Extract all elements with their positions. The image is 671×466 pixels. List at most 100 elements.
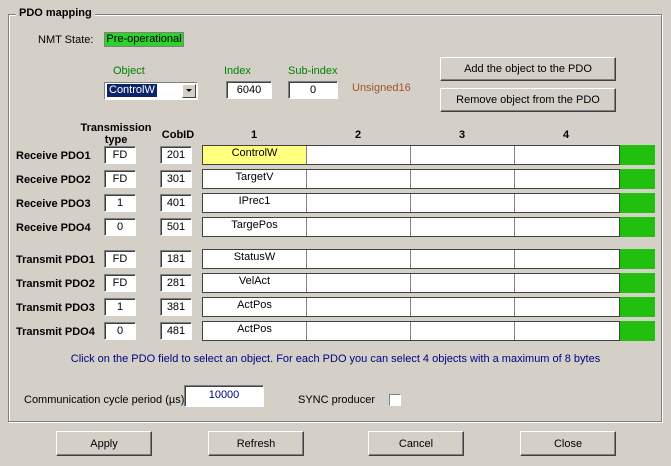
pdo-object-row: VelAct (202, 273, 620, 293)
pdo-status-indicator (620, 273, 655, 293)
pdo-row-label: Receive PDO2 (16, 174, 91, 186)
cobid-field[interactable]: 181 (160, 250, 192, 268)
pdo-object-cell[interactable] (307, 250, 411, 268)
pdo-object-cell[interactable] (411, 322, 515, 340)
object-combobox-value: ControlW (107, 84, 157, 97)
pdo-row-label: Transmit PDO1 (16, 254, 95, 266)
cancel-button[interactable]: Cancel (368, 431, 464, 456)
index-label: Index (224, 65, 251, 77)
pdo-object-cell[interactable]: ActPos (203, 298, 307, 316)
pdo-object-cell[interactable] (515, 194, 617, 212)
transmission-type-field[interactable]: FD (104, 250, 136, 268)
pdo-object-cell[interactable]: ActPos (203, 322, 307, 340)
pdo-object-cell[interactable] (307, 194, 411, 212)
pdo-object-cell[interactable]: StatusW (203, 250, 307, 268)
cobid-field[interactable]: 281 (160, 274, 192, 292)
refresh-button[interactable]: Refresh (208, 431, 304, 456)
pdo-status-indicator (620, 297, 655, 317)
sync-producer-label: SYNC producer (298, 394, 376, 406)
pdo-row-label: Receive PDO3 (16, 198, 91, 210)
pdo-object-cell[interactable] (307, 170, 411, 188)
pdo-status-indicator (620, 217, 655, 237)
transmission-header-line1: Transmission (80, 122, 152, 134)
pdo-object-cell[interactable] (307, 146, 411, 164)
nmt-state-label: NMT State: (38, 34, 94, 46)
column-4-header: 4 (562, 129, 570, 141)
pdo-object-row: TargetV (202, 169, 620, 189)
transmission-type-header: Transmission type (76, 122, 156, 146)
pdo-object-cell[interactable]: ControlW (203, 146, 307, 164)
pdo-object-cell[interactable] (515, 322, 617, 340)
hint-text: Click on the PDO field to select an obje… (70, 353, 601, 365)
transmission-type-field[interactable]: 1 (104, 194, 136, 212)
pdo-row-label: Receive PDO4 (16, 222, 91, 234)
pdo-object-cell[interactable] (411, 194, 515, 212)
object-label: Object (113, 65, 145, 77)
pdo-object-cell[interactable] (515, 146, 617, 164)
subindex-field[interactable]: 0 (288, 81, 338, 99)
close-button[interactable]: Close (520, 431, 616, 456)
cobid-field[interactable]: 481 (160, 322, 192, 340)
nmt-state-indicator: Pre-operational (104, 32, 184, 47)
transmission-type-field[interactable]: FD (104, 274, 136, 292)
transmission-type-field[interactable]: 1 (104, 298, 136, 316)
pdo-object-cell[interactable] (515, 250, 617, 268)
pdo-status-indicator (620, 145, 655, 165)
pdo-object-row: ActPos (202, 321, 620, 341)
pdo-row-label: Transmit PDO2 (16, 278, 95, 290)
pdo-object-cell[interactable] (411, 274, 515, 292)
pdo-row-label: Transmit PDO4 (16, 326, 95, 338)
pdo-object-cell[interactable] (411, 218, 515, 236)
cobid-field[interactable]: 381 (160, 298, 192, 316)
transmission-type-field[interactable]: 0 (104, 322, 136, 340)
pdo-object-cell[interactable] (307, 298, 411, 316)
cobid-field[interactable]: 401 (160, 194, 192, 212)
add-object-button[interactable]: Add the object to the PDO (440, 57, 616, 81)
pdo-object-row: ActPos (202, 297, 620, 317)
column-2-header: 2 (354, 129, 362, 141)
pdo-object-cell[interactable]: TargePos (203, 218, 307, 236)
pdo-object-cell[interactable] (307, 274, 411, 292)
pdo-object-cell[interactable] (515, 274, 617, 292)
pdo-object-cell[interactable]: VelAct (203, 274, 307, 292)
apply-button[interactable]: Apply (56, 431, 152, 456)
pdo-object-cell[interactable] (411, 250, 515, 268)
transmission-type-field[interactable]: 0 (104, 218, 136, 236)
column-3-header: 3 (458, 129, 466, 141)
cobid-header: CobID (161, 129, 195, 141)
pdo-object-row: IPrec1 (202, 193, 620, 213)
pdo-object-cell[interactable] (515, 218, 617, 236)
transmission-header-line2: type (104, 134, 128, 146)
datatype-label: Unsigned16 (352, 82, 411, 94)
sync-producer-checkbox[interactable] (389, 394, 401, 406)
pdo-object-row: StatusW (202, 249, 620, 269)
pdo-status-indicator (620, 249, 655, 269)
transmission-type-field[interactable]: FD (104, 146, 136, 164)
pdo-row-label: Receive PDO1 (16, 150, 91, 162)
pdo-object-cell[interactable] (411, 298, 515, 316)
pdo-object-cell[interactable]: TargetV (203, 170, 307, 188)
remove-object-button[interactable]: Remove object from the PDO (440, 88, 616, 112)
pdo-object-cell[interactable] (515, 298, 617, 316)
column-1-header: 1 (250, 129, 258, 141)
cobid-field[interactable]: 301 (160, 170, 192, 188)
subindex-label: Sub-index (288, 65, 338, 77)
pdo-object-row: TargePos (202, 217, 620, 237)
index-field[interactable]: 6040 (226, 81, 272, 99)
pdo-object-cell[interactable]: IPrec1 (203, 194, 307, 212)
pdo-object-cell[interactable] (411, 146, 515, 164)
cycle-period-label: Communication cycle period (µs): (24, 394, 188, 406)
pdo-object-cell[interactable] (411, 170, 515, 188)
pdo-object-cell[interactable] (307, 322, 411, 340)
pdo-status-indicator (620, 321, 655, 341)
pdo-object-cell[interactable] (515, 170, 617, 188)
transmission-type-field[interactable]: FD (104, 170, 136, 188)
chevron-down-icon[interactable] (182, 84, 196, 98)
cycle-period-field[interactable]: 10000 (184, 385, 264, 407)
object-combobox[interactable]: ControlW (104, 82, 198, 100)
group-title: PDO mapping (16, 7, 95, 19)
cobid-field[interactable]: 501 (160, 218, 192, 236)
cobid-field[interactable]: 201 (160, 146, 192, 164)
pdo-object-cell[interactable] (307, 218, 411, 236)
pdo-object-row: ControlW (202, 145, 620, 165)
